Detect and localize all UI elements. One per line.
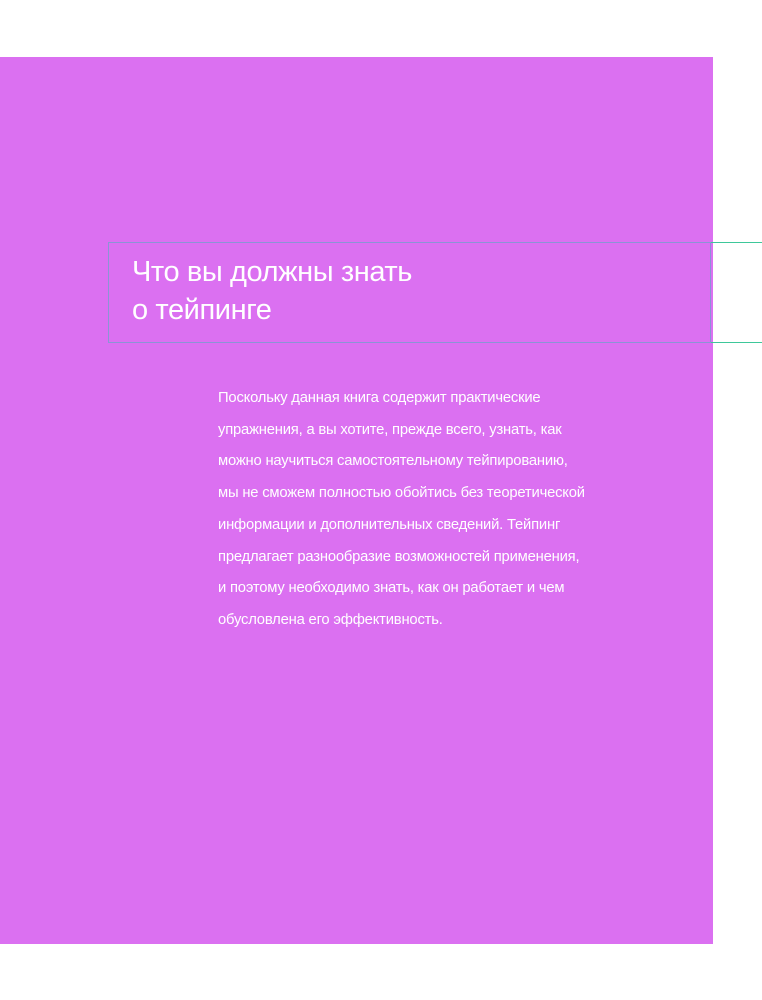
- chapter-title: Что вы должны знать о тейпинге: [132, 256, 413, 326]
- title-rule-bottom: [711, 342, 762, 343]
- title-rule-top: [711, 242, 762, 243]
- intro-paragraph: Поскольку данная книга содержит практиче…: [218, 390, 585, 628]
